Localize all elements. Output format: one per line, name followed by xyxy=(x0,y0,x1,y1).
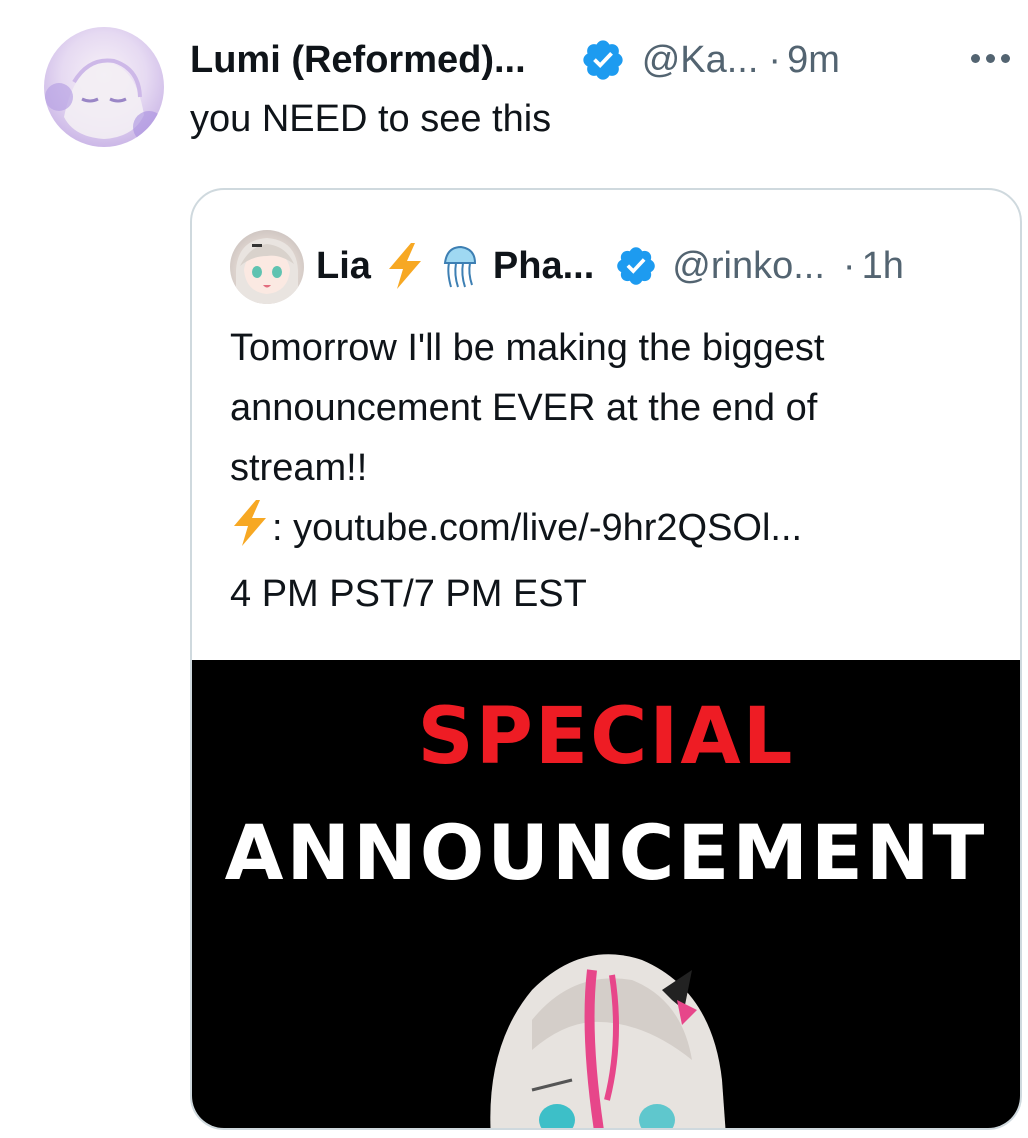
image-title-special: SPECIAL xyxy=(417,692,795,782)
quoted-display-name[interactable]: Lia xyxy=(316,245,371,288)
separator-dot: · xyxy=(842,244,856,287)
youtube-link[interactable]: : youtube.com/live/-9hr2QSOl... xyxy=(272,507,802,549)
quoted-text-line: Tomorrow I'll be making the biggest xyxy=(230,327,825,369)
quoted-link-line: : youtube.com/live/-9hr2QSOl... xyxy=(230,498,1010,564)
lightning-bolt-icon xyxy=(230,500,270,564)
anime-character-illustration xyxy=(490,954,726,1128)
verified-badge-icon[interactable] xyxy=(614,244,658,288)
quoted-user-avatar[interactable] xyxy=(230,230,304,304)
anime-avatar-icon xyxy=(236,238,298,304)
handle[interactable]: @Ka... xyxy=(642,39,759,82)
quoted-text-line: 4 PM PST/7 PM EST xyxy=(230,573,587,615)
quoted-tweet-card[interactable]: Lia Pha... @rinko... · 1h Tomorrow I'll … xyxy=(190,188,1022,1130)
anime-avatar-icon xyxy=(45,58,164,143)
separator-dot: · xyxy=(768,38,782,81)
lightning-bolt-icon xyxy=(385,243,425,289)
quoted-display-name-continued[interactable]: Pha... xyxy=(493,245,594,288)
quoted-tweet-header: Lia Pha... @rinko... · 1h xyxy=(316,238,1010,294)
more-options-icon[interactable] xyxy=(960,38,1020,78)
quoted-text-line: stream!! xyxy=(230,447,368,489)
tweet-text: you NEED to see this xyxy=(190,98,552,140)
announcement-image[interactable]: SPECIAL ANNOUNCEMENT xyxy=(192,660,1020,1128)
tweet-header: Lumi (Reformed)... @Ka... · 9m xyxy=(190,34,1028,86)
verified-badge-icon[interactable] xyxy=(580,37,626,83)
display-name[interactable]: Lumi (Reformed)... xyxy=(190,39,526,82)
timestamp[interactable]: 9m xyxy=(787,39,840,82)
quoted-handle[interactable]: @rinko... xyxy=(672,245,825,288)
quoted-text-line: announcement EVER at the end of xyxy=(230,387,818,429)
quoted-tweet-text: Tomorrow I'll be making the biggest anno… xyxy=(230,318,1010,624)
user-avatar[interactable] xyxy=(44,27,164,147)
jellyfish-icon xyxy=(439,243,479,289)
quoted-timestamp[interactable]: 1h xyxy=(862,245,904,288)
image-title-announcement: ANNOUNCEMENT xyxy=(224,808,988,897)
